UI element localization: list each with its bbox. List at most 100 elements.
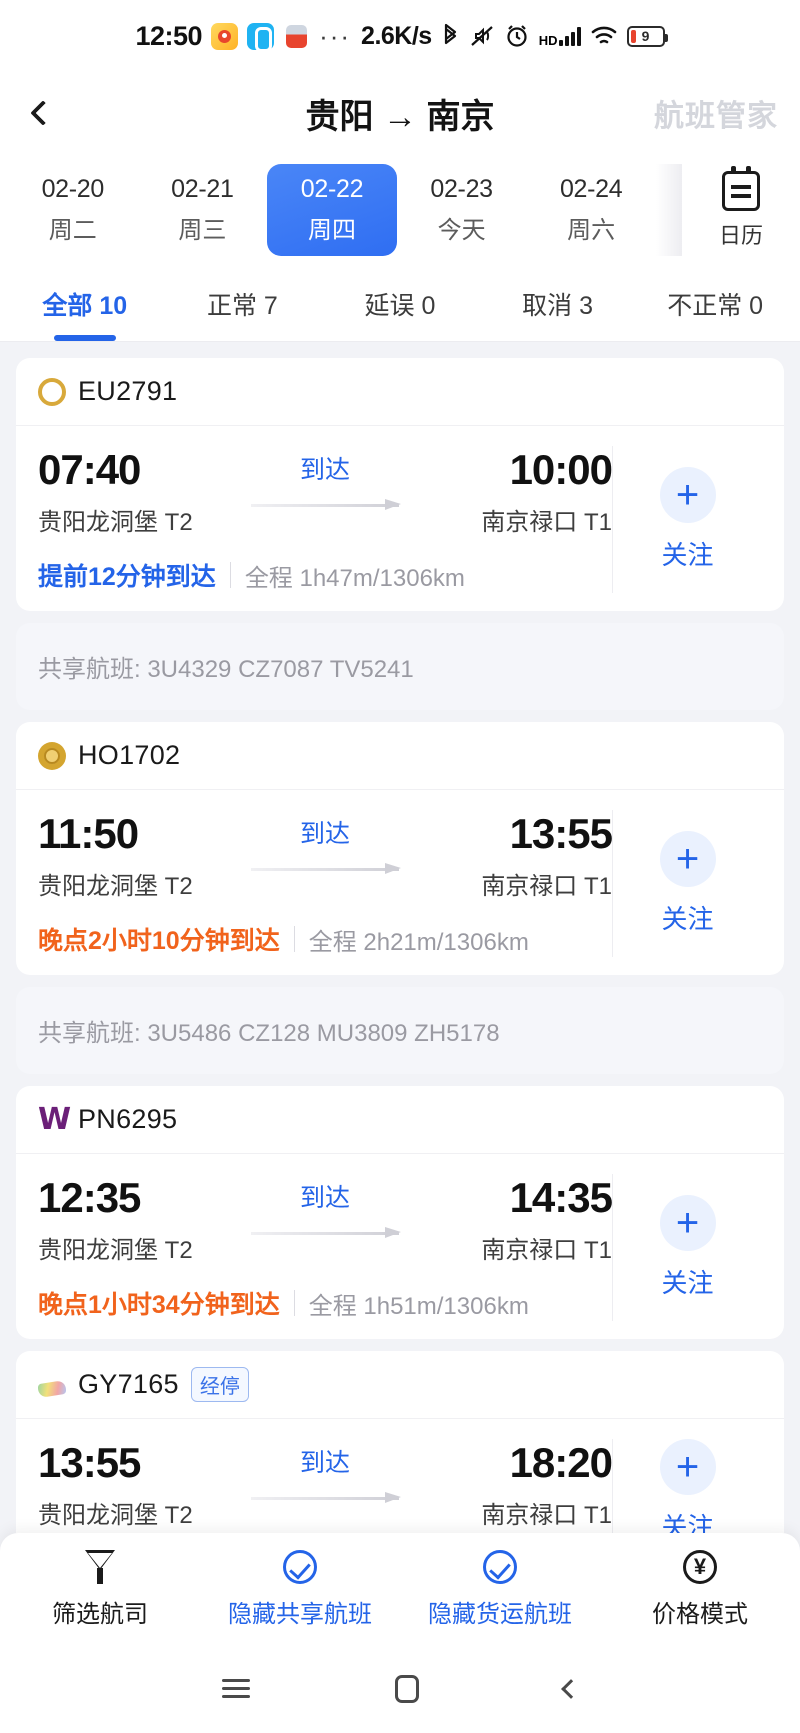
departure-block: 13:55 贵阳龙洞堡 T2 [38, 1439, 238, 1530]
status-badge: 晚点2小时10分钟到达 [38, 927, 280, 955]
date-cell-02-23[interactable]: 02-23 今天 [397, 164, 527, 256]
network-speed: 2.6K/s [361, 21, 432, 50]
flight-card[interactable]: HO1702 11:50 贵阳龙洞堡 T2 到达 13:55 南京禄口 T1 晚点2小时10… [16, 722, 784, 975]
arrival-block: 14:35 南京禄口 T1 [412, 1174, 613, 1265]
follow-label: 关注 [661, 540, 714, 570]
status-badge: 提前12分钟到达 [38, 563, 216, 591]
departure-block: 12:35 贵阳龙洞堡 T2 [38, 1174, 238, 1265]
recents-icon[interactable] [222, 1679, 251, 1699]
arrival-block: 13:55 南京禄口 T1 [412, 810, 613, 901]
date-cell-date: 02-20 [41, 175, 105, 203]
status-filter-tabs: 全部 10 正常 7 延误 0 取消 3 不正常 0 [0, 266, 800, 342]
airline-logo-icon [38, 377, 66, 406]
arrival-airport: 南京禄口 T1 [481, 1237, 612, 1264]
check-circle-icon [483, 1549, 517, 1584]
weibo-icon [211, 22, 239, 50]
arrival-block: 18:20 南京禄口 T1 [412, 1439, 613, 1530]
follow-label: 关注 [661, 1512, 714, 1533]
flight-card[interactable]: PN6295 12:35 贵阳龙洞堡 T2 到达 14:35 南京禄口 T1 晚点1小时34… [16, 1086, 784, 1339]
date-cell-02-22[interactable]: 02-22 周四 [267, 164, 397, 256]
app-header: 贵阳 → 南京 航班管家 [0, 72, 800, 154]
home-icon[interactable] [394, 1675, 419, 1703]
divider [229, 562, 231, 588]
check-circle-icon [283, 1549, 317, 1584]
arrow-right-icon [251, 863, 401, 874]
flight-card-body: 12:35 贵阳龙洞堡 T2 到达 14:35 南京禄口 T1 晚点1小时34分钟到达 全程… [16, 1154, 784, 1339]
flight-card[interactable]: EU2791 07:40 贵阳龙洞堡 T2 到达 10:00 南京禄口 T1 提前12分钟到… [16, 358, 784, 611]
airline-logo-icon [38, 1106, 66, 1134]
more-dots-icon: ··· [319, 21, 352, 51]
toolbar-item-2[interactable]: 隐藏货运航班 [400, 1549, 600, 1629]
flight-card-header: EU2791 [16, 358, 784, 426]
departure-airport: 贵阳龙洞堡 T2 [38, 509, 193, 536]
flight-distance: 全程 1h47m/1306km [244, 564, 465, 592]
toolbar-item-3[interactable]: ¥ 价格模式 [600, 1549, 800, 1629]
arrival-airport: 南京禄口 T1 [481, 509, 612, 536]
tab-3[interactable]: 取消 3 [479, 266, 637, 341]
date-cell-02-20[interactable]: 02-20 周二 [8, 164, 138, 256]
route-indicator: 到达 [238, 1439, 412, 1503]
departure-time: 13:55 [38, 1439, 141, 1486]
airline-logo-icon [38, 741, 66, 770]
qq-icon [247, 22, 275, 52]
airline-logo-icon [38, 1379, 66, 1398]
tab-4[interactable]: 不正常 0 [636, 266, 794, 341]
departure-block: 07:40 贵阳龙洞堡 T2 [38, 446, 238, 537]
status-bar-right: 2.6K/s HD 9 [361, 21, 668, 51]
calendar-button[interactable]: 日历 [682, 165, 800, 250]
toolbar-item-1[interactable]: 隐藏共享航班 [200, 1549, 400, 1629]
flight-card-header: PN6295 [16, 1086, 784, 1154]
flight-segment: 07:40 贵阳龙洞堡 T2 到达 10:00 南京禄口 T1 提前12分钟到达 全程 1h… [38, 446, 613, 593]
route-indicator: 到达 [238, 1174, 412, 1238]
departure-time: 07:40 [38, 446, 141, 493]
flight-segment: 11:50 贵阳龙洞堡 T2 到达 13:55 南京禄口 T1 晚点2小时10分钟到达 全程… [38, 810, 613, 957]
tab-0[interactable]: 全部 10 [6, 266, 164, 341]
date-cell-day: 周二 [48, 217, 97, 244]
tab-label: 正常 7 [206, 291, 278, 320]
scroll-fade [656, 164, 682, 256]
plus-icon: + [659, 1439, 716, 1495]
toolbar-item-label: 隐藏共享航班 [228, 1600, 372, 1628]
date-cell-day: 今天 [437, 217, 486, 244]
flight-list-scroll[interactable]: EU2791 07:40 贵阳龙洞堡 T2 到达 10:00 南京禄口 T1 提前12分钟到… [0, 342, 800, 1533]
signal-icon [558, 26, 581, 46]
tab-1[interactable]: 正常 7 [164, 266, 322, 341]
status-bar: 12:50 ··· 2.6K/s HD 9 [0, 0, 800, 72]
toolbar-item-label: 隐藏货运航班 [428, 1600, 572, 1628]
flight-number: GY7165 [78, 1369, 179, 1399]
follow-button[interactable]: + 关注 [612, 1439, 762, 1533]
departure-block: 11:50 贵阳龙洞堡 T2 [38, 810, 238, 901]
tab-2[interactable]: 延误 0 [321, 266, 479, 341]
toolbar-item-label: 价格模式 [652, 1600, 748, 1628]
follow-button[interactable]: + 关注 [612, 1174, 762, 1321]
follow-button[interactable]: + 关注 [612, 810, 762, 957]
date-cell-02-24[interactable]: 02-24 周六 [526, 164, 656, 256]
date-cell-02-21[interactable]: 02-21 周三 [138, 164, 268, 256]
divider [293, 1290, 295, 1316]
battery-icon: 9 [626, 25, 668, 47]
flight-card[interactable]: GY7165 经停 13:55 贵阳龙洞堡 T2 到达 18:20 南京禄口 T1 + 关注 [16, 1351, 784, 1533]
back-icon[interactable] [560, 1679, 581, 1699]
arrival-airport: 南京禄口 T1 [481, 873, 612, 900]
flight-status-row: 晚点2小时10分钟到达 全程 2h21m/1306km [38, 921, 612, 957]
status-time: 12:50 [135, 20, 203, 51]
follow-button[interactable]: + 关注 [612, 446, 762, 593]
arrow-right-icon [251, 499, 401, 510]
date-cell-date: 02-24 [559, 175, 623, 203]
departure-airport: 贵阳龙洞堡 T2 [38, 1237, 193, 1264]
status-badge: 晚点1小时34分钟到达 [38, 1291, 280, 1319]
tab-label: 延误 0 [364, 291, 436, 320]
arrive-label: 到达 [299, 1184, 350, 1212]
arrow-right-icon [251, 1492, 401, 1503]
toolbar-item-0[interactable]: 筛选航司 [0, 1549, 200, 1629]
departure-time: 11:50 [38, 810, 139, 857]
arrival-time: 14:35 [509, 1174, 613, 1221]
arrive-label: 到达 [299, 456, 350, 484]
follow-label: 关注 [661, 904, 714, 934]
status-bar-left: 12:50 ··· [136, 21, 352, 52]
tab-label: 取消 3 [522, 291, 593, 320]
tab-label: 全部 10 [42, 291, 128, 320]
bluetooth-icon [441, 23, 460, 49]
rednote-icon [283, 22, 311, 50]
date-cell-date: 02-22 [300, 175, 364, 203]
